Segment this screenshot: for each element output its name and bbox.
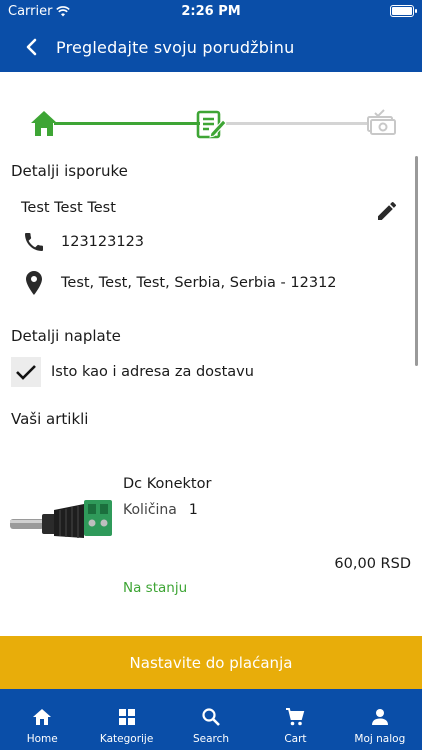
back-button[interactable] xyxy=(6,22,56,72)
home-icon xyxy=(33,709,52,725)
product-quantity: Količina 1 xyxy=(123,502,198,518)
product-name[interactable]: Dc Konektor xyxy=(123,476,211,492)
shipping-phone-row: 123123123 xyxy=(20,230,144,254)
pencil-icon xyxy=(378,201,397,220)
cart-icon xyxy=(286,708,305,726)
product-image xyxy=(10,500,112,538)
continue-to-payment-button[interactable]: Nastavite do plaćanja xyxy=(0,636,422,689)
grid-icon xyxy=(118,709,135,725)
step-home-icon xyxy=(31,111,57,136)
step-form-edit-icon xyxy=(196,110,227,139)
nav-bar: Pregledajte svoju porudžbinu xyxy=(0,22,422,72)
order-review-content[interactable]: Detalji isporuke Test Test Test 12312312… xyxy=(0,152,422,636)
checkbox[interactable] xyxy=(11,357,41,387)
tab-home-label: Home xyxy=(26,733,58,745)
step-cash-icon xyxy=(367,109,396,135)
stock-status: Na stanju xyxy=(123,580,188,596)
stepper-line-pending xyxy=(226,122,368,125)
battery-icon xyxy=(390,5,417,17)
shipping-name: Test Test Test xyxy=(21,200,116,216)
shipping-address: Test, Test, Test, Serbia, Serbia - 12312 xyxy=(61,275,337,291)
tab-search[interactable]: Search xyxy=(169,689,253,750)
quantity-label: Količina xyxy=(123,502,177,518)
status-bar: Carrier 2:26 PM xyxy=(0,0,422,22)
scrollbar[interactable] xyxy=(415,156,418,366)
same-as-shipping-label: Isto kao i adresa za dostavu xyxy=(51,364,254,380)
edit-shipping-button[interactable] xyxy=(372,196,402,226)
person-icon xyxy=(371,709,388,725)
page-title: Pregledajte svoju porudžbinu xyxy=(56,37,295,57)
stepper-line-completed xyxy=(54,122,200,125)
tab-bar: Home Kategorije Search Cart Moj nalog xyxy=(0,689,422,750)
tab-cart[interactable]: Cart xyxy=(253,689,337,750)
items-section-title: Vaši artikli xyxy=(11,410,89,428)
quantity-value: 1 xyxy=(188,502,198,518)
tab-kategorije[interactable]: Kategorije xyxy=(84,689,168,750)
shipping-phone: 123123123 xyxy=(61,234,145,250)
tab-moj-nalog-label: Moj nalog xyxy=(354,733,406,745)
same-as-shipping-checkbox[interactable]: Isto kao i adresa za dostavu xyxy=(11,357,254,387)
shipping-section-title: Detalji isporuke xyxy=(11,162,128,180)
tab-cart-label: Cart xyxy=(284,733,307,745)
shipping-address-row: Test, Test, Test, Serbia, Serbia - 12312 xyxy=(20,270,337,296)
tab-search-label: Search xyxy=(192,733,230,745)
tab-home[interactable]: Home xyxy=(0,689,84,750)
product-price: 60,00 RSD xyxy=(334,556,411,572)
chevron-left-icon xyxy=(26,38,37,56)
tab-moj-nalog[interactable]: Moj nalog xyxy=(338,689,422,750)
tab-kategorije-label: Kategorije xyxy=(99,733,154,745)
checkout-stepper xyxy=(0,100,422,146)
location-pin-icon xyxy=(20,270,48,296)
status-time: 2:26 PM xyxy=(181,4,241,19)
search-icon xyxy=(202,708,220,726)
phone-icon xyxy=(20,230,48,254)
checkmark-icon xyxy=(16,365,36,380)
billing-section-title: Detalji naplate xyxy=(11,327,121,345)
